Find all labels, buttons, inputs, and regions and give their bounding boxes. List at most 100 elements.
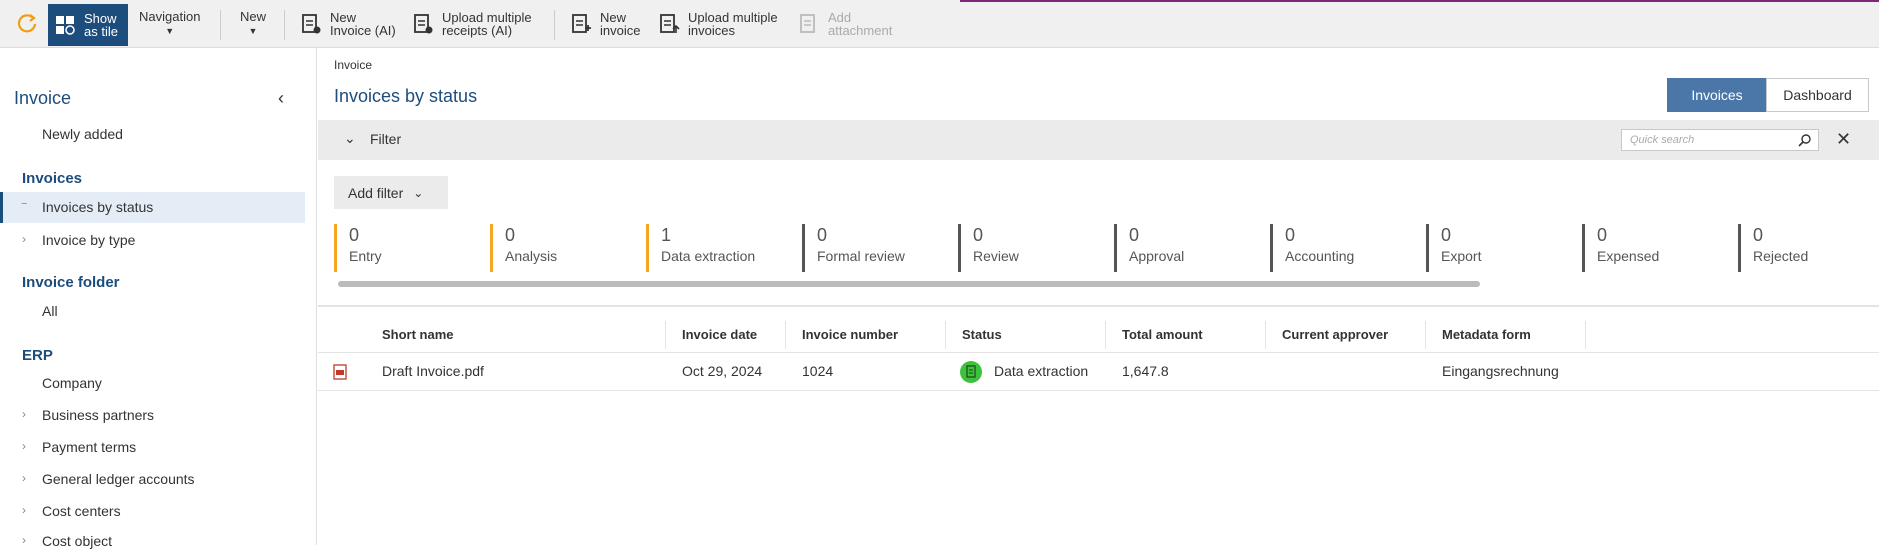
data-extraction-status-icon xyxy=(960,361,982,383)
show-tile-line2: as tile xyxy=(84,24,118,39)
column-header-short-name[interactable]: Short name xyxy=(382,327,454,342)
toolbar: Show as tile Navigation ▼ New ▼ New Invoice … xyxy=(0,0,1879,48)
add-filter-button[interactable]: Add filter ⌄ xyxy=(334,176,448,209)
cell-invoice-number: 1024 xyxy=(802,363,834,379)
status-tile[interactable]: 0 Expensed xyxy=(1582,224,1732,272)
status-tile[interactable]: 0 Review xyxy=(958,224,1108,272)
status-tile-count: 0 xyxy=(1597,225,1608,245)
chevron-right-icon[interactable]: › xyxy=(22,439,26,453)
sidebar-item-all[interactable]: All xyxy=(42,303,58,319)
sidebar-item-gl-accounts[interactable]: General ledger accounts xyxy=(42,471,195,487)
sidebar-item-business-partners[interactable]: Business partners xyxy=(42,407,154,423)
filter-bar: ⌄ Filter Quick search ✕ xyxy=(318,120,1879,160)
page-title: Invoices by status xyxy=(334,86,478,106)
status-tile-label: Expensed xyxy=(1597,248,1660,264)
breadcrumb[interactable]: Invoice xyxy=(334,58,372,72)
status-tile-count: 0 xyxy=(1441,225,1452,245)
refresh-icon[interactable] xyxy=(16,12,38,34)
column-header-invoice-date[interactable]: Invoice date xyxy=(682,327,757,342)
column-divider[interactable] xyxy=(1585,321,1586,349)
horizontal-scrollbar[interactable] xyxy=(338,281,1480,287)
sidebar-section-invoice-folder: Invoice folder xyxy=(22,274,120,291)
column-header-metadata-form[interactable]: Metadata form xyxy=(1442,327,1531,342)
status-tile[interactable]: 0 Rejected xyxy=(1738,224,1879,272)
chevron-down-icon: ▼ xyxy=(165,26,175,36)
column-divider[interactable] xyxy=(785,321,786,349)
chevron-right-icon[interactable]: › xyxy=(22,503,26,517)
status-tile-label: Rejected xyxy=(1753,248,1809,264)
column-divider[interactable] xyxy=(1105,321,1106,349)
upload-invoices-line2: invoices xyxy=(688,23,735,38)
new-label: New xyxy=(240,9,267,24)
add-attachment-button[interactable]: Add attachment xyxy=(798,4,892,44)
quick-search-input[interactable]: Quick search xyxy=(1621,129,1819,151)
quick-search-placeholder: Quick search xyxy=(1630,134,1695,146)
status-tile-count: 0 xyxy=(505,225,516,245)
sidebar-item-cost-centers[interactable]: Cost centers xyxy=(42,503,121,519)
sidebar-item-invoices-by-status[interactable]: − Invoices by status xyxy=(0,192,305,223)
chevron-right-icon[interactable]: › xyxy=(22,407,26,421)
new-invoice-line2: invoice xyxy=(600,23,641,38)
sidebar-item-cost-object[interactable]: Cost object xyxy=(42,533,112,549)
chevron-right-icon[interactable]: › xyxy=(22,471,26,485)
new-invoice-ai-line2: Invoice (AI) xyxy=(330,23,396,38)
column-divider[interactable] xyxy=(1265,321,1266,349)
sidebar-item-invoice-by-type[interactable]: Invoice by type xyxy=(42,232,135,248)
divider xyxy=(318,305,1879,307)
column-divider[interactable] xyxy=(945,321,946,349)
toolbar-divider xyxy=(284,10,285,40)
tab-dashboard[interactable]: Dashboard xyxy=(1766,78,1869,112)
show-as-tile-button[interactable]: Show as tile xyxy=(48,4,128,46)
navigation-button[interactable]: Navigation ▼ xyxy=(139,4,200,44)
main-content: Invoice Invoices by status Invoices Dash… xyxy=(318,48,1879,545)
cell-total-amount: 1,647.8 xyxy=(1122,363,1169,379)
chevron-down-icon: ▼ xyxy=(248,26,258,36)
new-invoice-ai-button[interactable]: New Invoice (AI) xyxy=(300,4,396,44)
column-divider[interactable] xyxy=(665,321,666,349)
status-tile[interactable]: 0 Formal review xyxy=(802,224,952,272)
table-row[interactable]: Draft Invoice.pdf Oct 29, 2024 1024 Data… xyxy=(318,353,1879,391)
status-tile[interactable]: 0 Entry xyxy=(334,224,484,272)
sidebar-item-newly-added[interactable]: Newly added xyxy=(42,126,123,142)
chevron-right-icon[interactable]: › xyxy=(22,232,26,246)
column-header-current-approver[interactable]: Current approver xyxy=(1282,327,1388,342)
sidebar-item-payment-terms[interactable]: Payment terms xyxy=(42,439,136,455)
sidebar-item-company[interactable]: Company xyxy=(42,375,102,391)
status-tile[interactable]: 0 Analysis xyxy=(490,224,640,272)
navigation-label: Navigation xyxy=(139,9,201,24)
cell-invoice-date: Oct 29, 2024 xyxy=(682,363,763,379)
cell-status: Data extraction xyxy=(994,363,1089,379)
upload-receipts-ai-button[interactable]: Upload multiple receipts (AI) xyxy=(412,4,532,44)
status-tile[interactable]: 0 Approval xyxy=(1114,224,1264,272)
search-icon[interactable] xyxy=(1798,133,1812,147)
toolbar-divider xyxy=(554,10,555,40)
tile-view-icon xyxy=(56,16,75,35)
status-tile[interactable]: 1 Data extraction xyxy=(646,224,796,272)
status-tile-count: 0 xyxy=(817,225,828,245)
collapse-tree-icon[interactable]: − xyxy=(21,198,27,210)
add-filter-label: Add filter xyxy=(348,184,404,201)
collapse-sidebar-icon[interactable]: ‹ xyxy=(278,88,284,109)
status-tile-label: Approval xyxy=(1129,248,1185,264)
new-button[interactable]: New ▼ xyxy=(240,4,266,44)
column-header-status[interactable]: Status xyxy=(962,327,1002,342)
filter-toggle[interactable]: Filter xyxy=(370,131,401,147)
new-invoice-button[interactable]: New invoice xyxy=(570,4,640,44)
status-tile[interactable]: 0 Accounting xyxy=(1270,224,1420,272)
status-tile-label: Export xyxy=(1441,248,1482,264)
chevron-down-icon[interactable]: ⌄ xyxy=(344,130,356,147)
status-tile-label: Formal review xyxy=(817,248,905,264)
accent-line xyxy=(960,0,1879,2)
status-tile-label: Review xyxy=(973,248,1019,264)
close-icon[interactable]: ✕ xyxy=(1836,129,1851,150)
column-divider[interactable] xyxy=(1425,321,1426,349)
column-header-total-amount[interactable]: Total amount xyxy=(1122,327,1203,342)
chevron-down-icon: ⌄ xyxy=(413,185,424,200)
upload-invoices-button[interactable]: Upload multiple invoices xyxy=(658,4,778,44)
table-header: Short name Invoice date Invoice number S… xyxy=(318,317,1879,353)
sidebar: Invoice ‹ Newly added Invoices − Invoice… xyxy=(0,48,317,549)
tab-invoices[interactable]: Invoices xyxy=(1667,78,1767,112)
status-tile[interactable]: 0 Export xyxy=(1426,224,1576,272)
status-tile-count: 0 xyxy=(1753,225,1764,245)
column-header-invoice-number[interactable]: Invoice number xyxy=(802,327,898,342)
